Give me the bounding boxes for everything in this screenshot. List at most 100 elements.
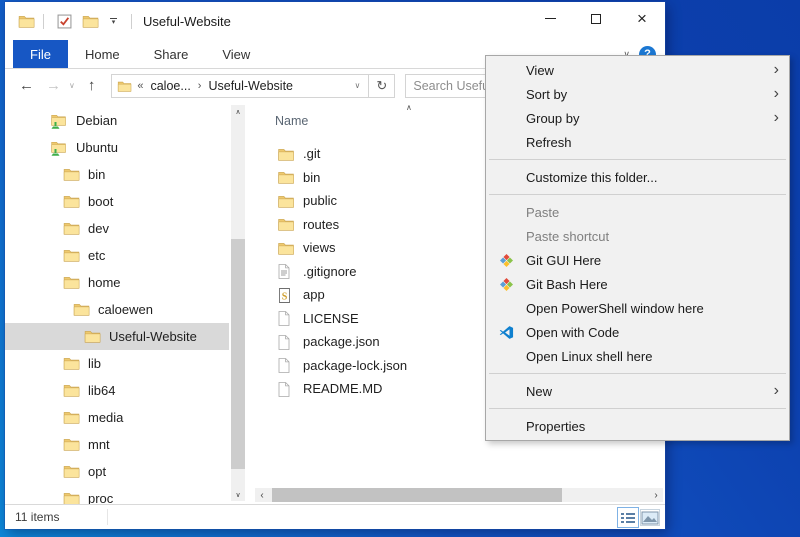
window-title: Useful-Website: [143, 14, 231, 29]
thumbnails-view-button[interactable]: [640, 509, 660, 526]
menu-item-view[interactable]: View ›: [486, 58, 789, 82]
tree-item-label: caloewen: [98, 302, 153, 317]
qat-customize-button[interactable]: ▾: [110, 18, 117, 25]
menu-item-label: Group by: [526, 111, 774, 126]
folder-icon: [63, 248, 80, 263]
statusbar-separator: [107, 509, 108, 525]
menu-item-open-linux-shell[interactable]: Open Linux shell here: [486, 344, 789, 368]
tree-item-etc[interactable]: etc: [5, 242, 229, 269]
folder-icon: [63, 437, 80, 452]
menu-item-open-powershell[interactable]: Open PowerShell window here: [486, 296, 789, 320]
file-name: .git: [303, 146, 320, 161]
menu-item-label: Open Linux shell here: [526, 349, 789, 364]
menu-item-customize-folder[interactable]: Customize this folder...: [486, 165, 789, 189]
menu-item-git-bash-here[interactable]: Git Bash Here: [486, 272, 789, 296]
sort-ascending-icon[interactable]: ∧: [406, 103, 412, 112]
qat-properties-button[interactable]: [57, 14, 72, 29]
title-bar: ▾ Useful-Website ×: [5, 2, 665, 40]
wsl-folder-icon: [51, 140, 68, 155]
menu-icon-gutter: [486, 325, 526, 340]
minimize-button[interactable]: [527, 2, 573, 35]
minimize-icon: [545, 18, 556, 19]
tree-item-home[interactable]: home: [5, 269, 229, 296]
tree-item-mnt[interactable]: mnt: [5, 431, 229, 458]
folder-icon: [63, 410, 80, 425]
chevron-down-icon: ▾: [112, 20, 116, 25]
vscode-icon: [499, 325, 514, 340]
submenu-arrow-icon: ›: [774, 110, 779, 126]
wsl-folder-icon: [51, 113, 68, 128]
menu-icon-gutter: [486, 253, 526, 268]
tree-item-useful-website[interactable]: Useful-Website: [5, 323, 229, 350]
tree-item-opt[interactable]: opt: [5, 458, 229, 485]
breadcrumb-parent[interactable]: caloe...: [148, 79, 192, 93]
tree-item-media[interactable]: media: [5, 404, 229, 431]
menu-separator: [489, 159, 786, 160]
recent-locations-icon[interactable]: ∨: [67, 82, 79, 90]
tab-file[interactable]: File: [13, 40, 68, 68]
tree-item-lib64[interactable]: lib64: [5, 377, 229, 404]
menu-item-sort-by[interactable]: Sort by ›: [486, 82, 789, 106]
scroll-up-icon[interactable]: ∧: [231, 105, 245, 118]
folder-icon: [278, 241, 294, 255]
tree-item-bin[interactable]: bin: [5, 161, 229, 188]
tree-item-label: proc: [88, 491, 113, 504]
column-header-name[interactable]: Name: [275, 114, 308, 128]
menu-item-label: Git GUI Here: [526, 253, 789, 268]
tree-item-lib[interactable]: lib: [5, 350, 229, 377]
menu-item-open-with-code[interactable]: Open with Code: [486, 320, 789, 344]
folder-icon: [84, 329, 101, 344]
menu-item-refresh[interactable]: Refresh: [486, 130, 789, 154]
scroll-left-icon[interactable]: ‹: [255, 488, 269, 502]
up-button[interactable]: ↑: [79, 78, 105, 93]
details-view-icon: [619, 510, 637, 526]
menu-separator: [489, 373, 786, 374]
file-list-horizontal-scrollbar[interactable]: ‹ ›: [255, 488, 663, 502]
scrollbar-thumb[interactable]: [231, 239, 245, 469]
menu-item-label: View: [526, 63, 774, 78]
address-bar[interactable]: « caloe... › Useful-Website ∨: [111, 74, 369, 98]
menu-item-paste[interactable]: Paste: [486, 200, 789, 224]
address-dropdown-icon[interactable]: ∨: [352, 81, 364, 90]
maximize-button[interactable]: [573, 2, 619, 35]
desktop: ▾ Useful-Website × File Home Share View …: [0, 0, 800, 537]
tree-item-label: mnt: [88, 437, 110, 452]
menu-item-paste-shortcut[interactable]: Paste shortcut: [486, 224, 789, 248]
tree-item-label: boot: [88, 194, 113, 209]
menu-item-label: Git Bash Here: [526, 277, 789, 292]
tree-item-label: bin: [88, 167, 105, 182]
menu-item-label: Paste shortcut: [526, 229, 789, 244]
tree-item-boot[interactable]: boot: [5, 188, 229, 215]
tree-item-dev[interactable]: dev: [5, 215, 229, 242]
tree-item-caloewen[interactable]: caloewen: [5, 296, 229, 323]
scrollbar-thumb[interactable]: [272, 488, 562, 502]
tree-item-proc[interactable]: proc: [5, 485, 229, 504]
tree-item-ubuntu[interactable]: Ubuntu: [5, 134, 229, 161]
wsl-base-icon: [51, 122, 60, 130]
breadcrumb-collapse-icon: «: [137, 80, 143, 92]
menu-item-group-by[interactable]: Group by ›: [486, 106, 789, 130]
tab-view[interactable]: View: [205, 40, 267, 68]
submenu-arrow-icon: ›: [774, 383, 779, 399]
tab-share[interactable]: Share: [137, 40, 206, 68]
script-file-icon: [278, 288, 294, 302]
forward-button[interactable]: →: [40, 78, 67, 93]
details-view-button[interactable]: [617, 507, 639, 528]
breadcrumb-current[interactable]: Useful-Website: [206, 79, 295, 93]
tree-item-debian[interactable]: Debian: [5, 107, 229, 134]
menu-item-new[interactable]: New ›: [486, 379, 789, 403]
refresh-button[interactable]: ↻: [369, 74, 395, 98]
tree-vertical-scrollbar[interactable]: ∧ ∨: [231, 105, 245, 501]
close-button[interactable]: ×: [619, 2, 665, 35]
menu-item-properties[interactable]: Properties: [486, 414, 789, 438]
breadcrumb-separator-icon: ›: [198, 80, 202, 92]
scroll-right-icon[interactable]: ›: [649, 488, 663, 502]
menu-item-git-gui-here[interactable]: Git GUI Here: [486, 248, 789, 272]
tab-home[interactable]: Home: [68, 40, 137, 68]
file-name: README.MD: [303, 381, 382, 396]
qat-new-folder-button[interactable]: [82, 14, 99, 28]
back-button[interactable]: ←: [13, 78, 40, 93]
menu-item-label: Customize this folder...: [526, 170, 789, 185]
titlebar-separator: [43, 14, 44, 29]
scroll-down-icon[interactable]: ∨: [231, 488, 245, 501]
